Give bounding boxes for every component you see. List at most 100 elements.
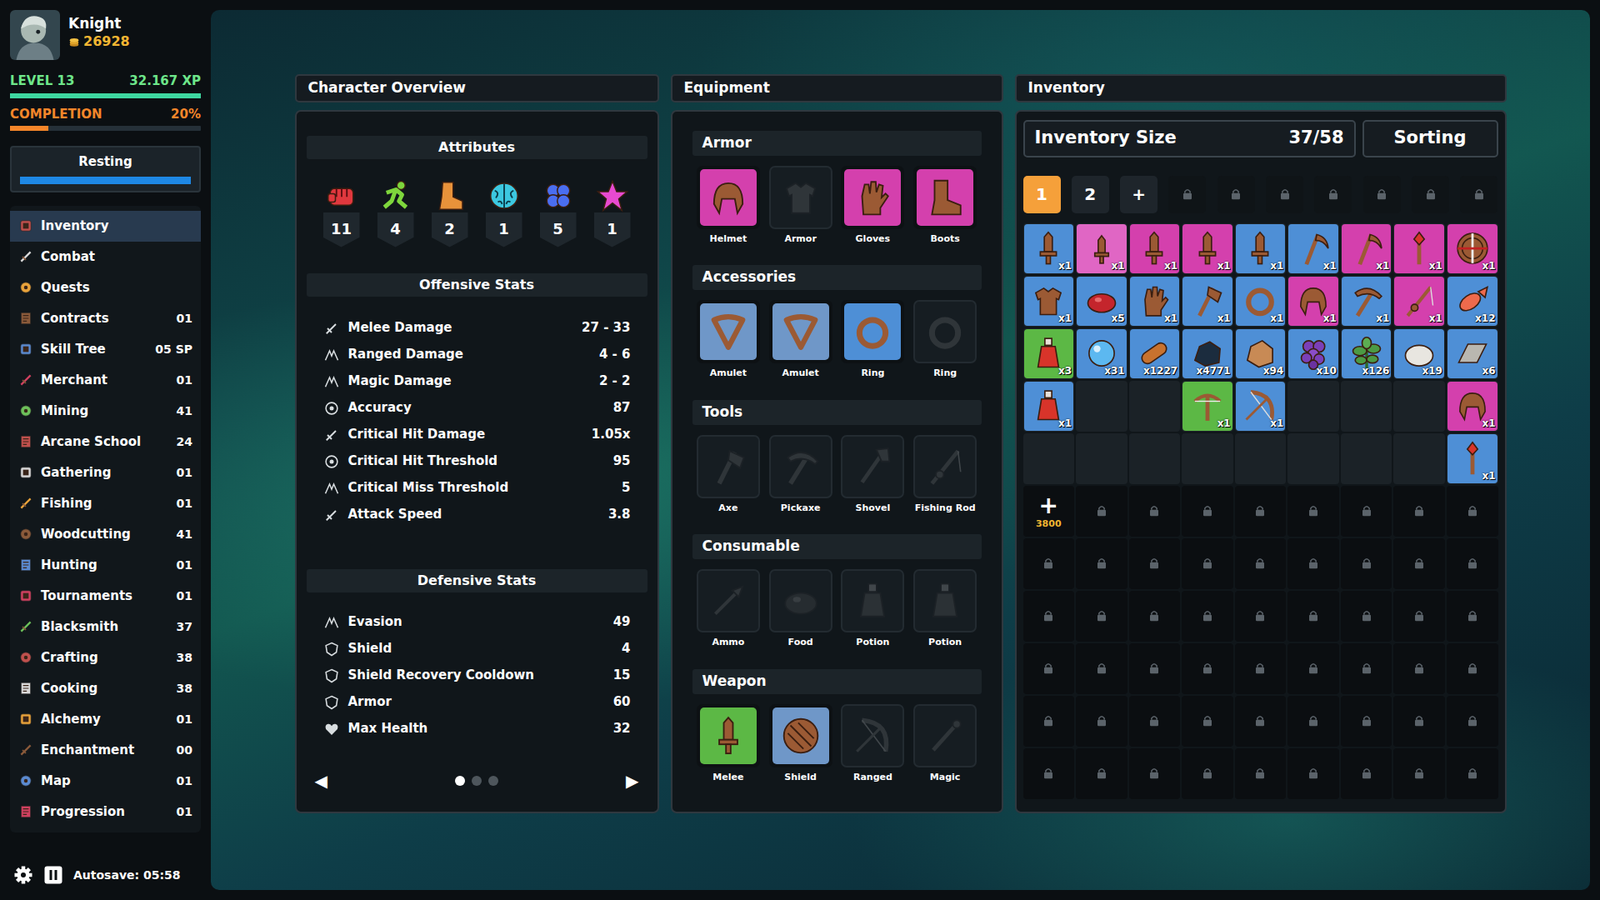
inventory-slot[interactable] bbox=[1129, 433, 1181, 485]
inventory-slot[interactable]: x1 bbox=[1023, 275, 1075, 327]
sidebar-item[interactable]: Gathering01 bbox=[10, 457, 201, 489]
equipment-slot[interactable]: Ranged bbox=[836, 704, 910, 785]
sidebar-item[interactable]: Progression01 bbox=[10, 796, 201, 828]
sidebar-item[interactable]: Combat bbox=[10, 241, 201, 273]
inventory-slot[interactable]: x4771 bbox=[1181, 328, 1234, 380]
inventory-slot[interactable]: x1 bbox=[1446, 380, 1499, 432]
equipment-slot[interactable]: Potion bbox=[836, 569, 910, 650]
pause-icon[interactable] bbox=[43, 865, 64, 885]
inventory-slot[interactable] bbox=[1075, 433, 1128, 485]
inventory-slot[interactable] bbox=[1235, 433, 1287, 485]
equipment-slot[interactable]: Helmet bbox=[692, 165, 765, 247]
sidebar-item[interactable]: Mining41 bbox=[10, 395, 201, 427]
equipment-slot[interactable]: Ring bbox=[909, 300, 982, 381]
page-dot[interactable] bbox=[488, 775, 499, 786]
inventory-slot[interactable]: x1 bbox=[1340, 275, 1393, 327]
inventory-slot[interactable]: x1 bbox=[1393, 223, 1445, 275]
inventory-slot[interactable]: x1 bbox=[1393, 275, 1445, 327]
equipment-slot[interactable]: Axe bbox=[692, 435, 765, 516]
inventory-slot[interactable]: x1 bbox=[1181, 380, 1234, 432]
inventory-tab[interactable]: 1 bbox=[1023, 175, 1061, 214]
sidebar-item[interactable]: Quests bbox=[10, 272, 201, 304]
sidebar-item[interactable]: Crafting38 bbox=[10, 642, 201, 674]
gear-icon[interactable] bbox=[13, 865, 34, 885]
equipment-slot[interactable]: Fishing Rod bbox=[909, 435, 982, 516]
sidebar-item[interactable]: Arcane School24 bbox=[10, 426, 201, 458]
inventory-slot[interactable]: x1 bbox=[1129, 223, 1181, 275]
inventory-slot[interactable]: x1 bbox=[1181, 275, 1234, 327]
inventory-slot[interactable] bbox=[1287, 433, 1340, 485]
inventory-slot[interactable]: x1 bbox=[1287, 275, 1340, 327]
inventory-slot[interactable]: x1 bbox=[1023, 223, 1075, 275]
previous-page-button[interactable]: ◀ bbox=[315, 768, 328, 794]
ring-icon bbox=[924, 310, 966, 353]
inventory-slot[interactable] bbox=[1181, 433, 1234, 485]
sidebar-item[interactable]: Merchant01 bbox=[10, 365, 201, 396]
sidebar-item[interactable]: Inventory bbox=[10, 210, 201, 242]
inventory-slot[interactable]: x1 bbox=[1075, 223, 1128, 275]
sorting-button[interactable]: Sorting bbox=[1362, 120, 1499, 158]
equipment-slot[interactable]: Shovel bbox=[836, 435, 910, 516]
inventory-slot[interactable]: x1 bbox=[1235, 380, 1287, 432]
page-dot[interactable] bbox=[455, 775, 465, 786]
inventory-slot[interactable]: x1 bbox=[1181, 223, 1234, 275]
inventory-tab[interactable]: 2 bbox=[1071, 175, 1110, 214]
inventory-slot[interactable]: x3 bbox=[1023, 328, 1075, 380]
inventory-slot[interactable]: x10 bbox=[1287, 328, 1340, 380]
equipment-slot[interactable]: Melee bbox=[692, 704, 765, 785]
inventory-slot[interactable] bbox=[1340, 433, 1393, 485]
inventory-slot[interactable] bbox=[1075, 380, 1128, 432]
equipment-slot[interactable]: Magic bbox=[909, 704, 982, 785]
sidebar-item[interactable]: Blacksmith37 bbox=[10, 611, 201, 643]
sidebar-item[interactable]: Contracts01 bbox=[10, 303, 201, 335]
inventory-slot[interactable]: x5 bbox=[1075, 275, 1128, 327]
sidebar-item[interactable]: Map01 bbox=[10, 765, 201, 797]
inventory-slot[interactable]: x1 bbox=[1129, 275, 1181, 327]
inventory-slot[interactable] bbox=[1023, 433, 1075, 485]
sidebar-item[interactable]: Cooking38 bbox=[10, 673, 201, 705]
inventory-slot[interactable] bbox=[1393, 380, 1445, 432]
inventory-slot[interactable]: x19 bbox=[1393, 328, 1445, 380]
sidebar-item[interactable]: Woodcutting41 bbox=[10, 519, 201, 550]
equipment-slot[interactable]: Amulet bbox=[764, 300, 837, 381]
equipment-slot[interactable]: Boots bbox=[909, 165, 982, 247]
inventory-slot[interactable]: x1 bbox=[1023, 380, 1075, 432]
inventory-slot[interactable]: x1227 bbox=[1129, 328, 1181, 380]
equipment-slot[interactable]: Shield bbox=[764, 704, 837, 785]
inventory-slot[interactable]: x1 bbox=[1446, 223, 1499, 275]
equipment-slot[interactable]: Potion bbox=[909, 569, 982, 650]
next-page-button[interactable]: ▶ bbox=[625, 768, 639, 794]
sidebar-item[interactable]: Alchemy01 bbox=[10, 704, 201, 735]
equipment-slot[interactable]: Ring bbox=[836, 300, 910, 381]
inventory-slot[interactable]: x31 bbox=[1075, 328, 1128, 380]
equipment-slot[interactable]: Food bbox=[764, 569, 837, 650]
page-dot[interactable] bbox=[471, 775, 482, 786]
inventory-slot[interactable] bbox=[1129, 380, 1181, 432]
sidebar-item[interactable]: Enchantment00 bbox=[10, 735, 201, 766]
equipment-slot[interactable]: Armor bbox=[764, 165, 837, 247]
equipment-slot[interactable]: Gloves bbox=[836, 165, 910, 247]
inventory-slot[interactable]: x1 bbox=[1446, 433, 1499, 485]
inventory-slot[interactable]: x1 bbox=[1287, 223, 1340, 275]
inventory-slot[interactable]: x126 bbox=[1340, 328, 1393, 380]
sidebar-item[interactable]: Hunting01 bbox=[10, 550, 201, 581]
inventory-tab[interactable]: + bbox=[1120, 175, 1158, 214]
inventory-slot[interactable] bbox=[1287, 380, 1340, 432]
equipment-slot[interactable]: Pickaxe bbox=[764, 435, 837, 516]
inventory-slot[interactable]: x1 bbox=[1235, 275, 1287, 327]
equipment-slot[interactable]: Amulet bbox=[692, 300, 765, 381]
inventory-slot[interactable]: x1 bbox=[1340, 223, 1393, 275]
equipment-slot[interactable]: Ammo bbox=[692, 569, 765, 650]
menu-item-icon bbox=[18, 650, 34, 665]
sidebar-item[interactable]: Skill Tree05 SP bbox=[10, 334, 201, 365]
inventory-slot[interactable] bbox=[1393, 433, 1445, 485]
buy-slot-button[interactable]: +3800 bbox=[1023, 485, 1075, 537]
inventory-slot[interactable]: x6 bbox=[1446, 328, 1499, 380]
inventory-slot[interactable]: x12 bbox=[1446, 275, 1499, 327]
inventory-slot[interactable]: x94 bbox=[1235, 328, 1287, 380]
avatar-icon[interactable] bbox=[10, 10, 60, 60]
sidebar-item[interactable]: Fishing01 bbox=[10, 488, 201, 520]
inventory-slot[interactable]: x1 bbox=[1235, 223, 1287, 275]
sidebar-item[interactable]: Tournaments01 bbox=[10, 580, 201, 612]
inventory-slot[interactable] bbox=[1340, 380, 1393, 432]
